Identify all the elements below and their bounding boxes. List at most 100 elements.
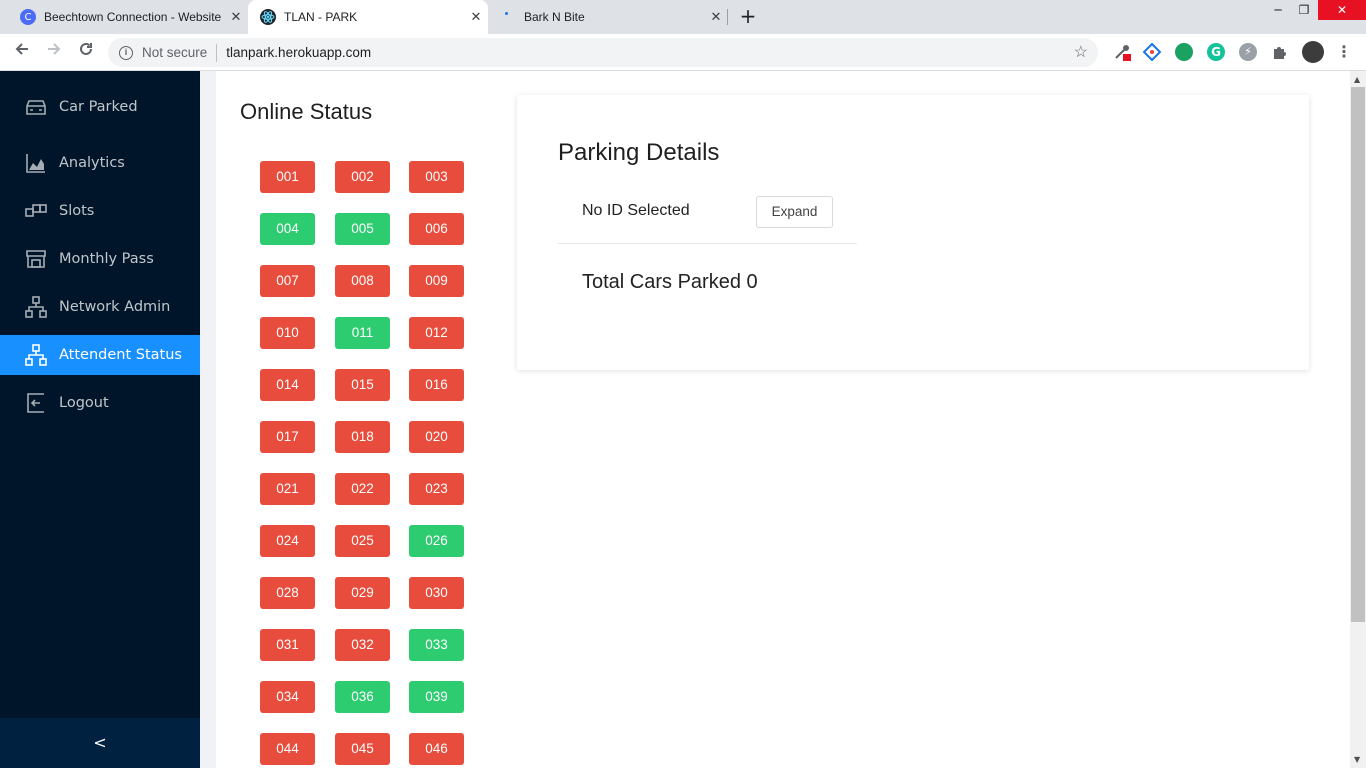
- sidebar-item-analytics[interactable]: Analytics: [0, 143, 200, 183]
- parking-details-card: Parking Details No ID Selected Expand To…: [517, 95, 1309, 370]
- sidebar-item-car-parked[interactable]: Car Parked: [0, 87, 200, 127]
- profile-avatar[interactable]: [1302, 41, 1324, 63]
- slot-button-022[interactable]: 022: [335, 473, 390, 505]
- slot-button-032[interactable]: 032: [335, 629, 390, 661]
- page-scrollbar[interactable]: ▲ ▼: [1350, 71, 1366, 768]
- slot-button-044[interactable]: 044: [260, 733, 315, 765]
- slot-button-015[interactable]: 015: [335, 369, 390, 401]
- slot-button-003[interactable]: 003: [409, 161, 464, 193]
- react-icon: [260, 9, 276, 25]
- sidebar-collapse-button[interactable]: <: [0, 718, 200, 768]
- slot-button-006[interactable]: 006: [409, 213, 464, 245]
- new-tab-plus-icon[interactable]: +: [737, 5, 759, 27]
- tab-close-icon[interactable]: ✕: [224, 10, 248, 25]
- extension-cloud-icon[interactable]: [1175, 43, 1193, 61]
- address-bar[interactable]: i Not secure tlanpark.herokuapp.com ☆: [108, 38, 1098, 67]
- cluster-icon: [25, 296, 47, 318]
- parking-details-title: Parking Details: [558, 139, 720, 166]
- browser-menu-icon[interactable]: ⋮: [1333, 41, 1355, 63]
- info-icon[interactable]: i: [119, 45, 133, 60]
- sidebar-item-label: Car Parked: [59, 99, 138, 115]
- extension-bolt-icon[interactable]: ⚡: [1239, 43, 1257, 61]
- expand-button[interactable]: Expand: [756, 196, 833, 228]
- car-icon: [26, 100, 46, 115]
- slot-button-045[interactable]: 045: [335, 733, 390, 765]
- bookmark-star-icon[interactable]: ☆: [1074, 42, 1088, 62]
- slot-button-021[interactable]: 021: [260, 473, 315, 505]
- chevron-left-icon: <: [93, 733, 107, 752]
- loading-dot-icon: [500, 9, 516, 25]
- sidebar-item-label: Slots: [59, 203, 95, 219]
- forward-arrow-icon[interactable]: [43, 41, 65, 63]
- slot-button-039[interactable]: 039: [409, 681, 464, 713]
- slot-button-017[interactable]: 017: [260, 421, 315, 453]
- sidebar-item-logout[interactable]: Logout: [0, 383, 200, 423]
- scroll-down-arrow-icon[interactable]: ▼: [1354, 755, 1360, 764]
- sidebar-item-attendent-status[interactable]: Attendent Status: [0, 335, 200, 375]
- sidebar-item-network-admin[interactable]: Network Admin: [0, 287, 200, 327]
- scrollbar-thumb[interactable]: [1351, 87, 1365, 622]
- slot-button-007[interactable]: 007: [260, 265, 315, 297]
- main-pane: Online Status 001 002 003 004 005 006 007 008 00…: [216, 71, 1350, 768]
- slot-button-023[interactable]: 023: [409, 473, 464, 505]
- slot-button-024[interactable]: 024: [260, 525, 315, 557]
- slot-button-009[interactable]: 009: [409, 265, 464, 297]
- url-text[interactable]: tlanpark.herokuapp.com: [226, 45, 371, 60]
- sidebar-item-label: Network Admin: [59, 299, 171, 315]
- slot-button-016[interactable]: 016: [409, 369, 464, 401]
- sidebar-item-label: Logout: [59, 395, 109, 411]
- sidebar: Car Parked Analytics Slots Monthly Pass …: [0, 71, 200, 768]
- slot-button-018[interactable]: 018: [335, 421, 390, 453]
- reload-icon[interactable]: [75, 41, 97, 63]
- slot-button-034[interactable]: 034: [260, 681, 315, 713]
- scroll-up-arrow-icon[interactable]: ▲: [1354, 75, 1360, 84]
- window-close-icon[interactable]: ✕: [1318, 0, 1366, 20]
- browser-tab-bark-n-bite[interactable]: Bark N Bite ✕: [488, 0, 728, 34]
- slot-button-002[interactable]: 002: [335, 161, 390, 193]
- extensions-puzzle-icon[interactable]: [1271, 43, 1289, 61]
- shop-icon: [26, 250, 46, 268]
- tab-close-icon[interactable]: ✕: [464, 10, 488, 25]
- restore-icon[interactable]: ❐: [1296, 0, 1312, 20]
- slot-button-004[interactable]: 004: [260, 213, 315, 245]
- minimize-icon[interactable]: ─: [1270, 0, 1286, 20]
- tab-title: Beechtown Connection - Website: [44, 10, 222, 24]
- slot-button-014[interactable]: 014: [260, 369, 315, 401]
- cluster-icon: [25, 344, 47, 366]
- slot-button-036[interactable]: 036: [335, 681, 390, 713]
- area-chart-icon: [26, 154, 45, 173]
- extension-diamond-icon[interactable]: [1142, 42, 1162, 62]
- tab-separator: [727, 9, 728, 25]
- slot-button-030[interactable]: 030: [409, 577, 464, 609]
- sidebar-item-slots[interactable]: Slots: [0, 191, 200, 231]
- browser-tab-beechtown[interactable]: C Beechtown Connection - Website ✕: [8, 0, 248, 34]
- sidebar-item-label: Attendent Status: [59, 347, 182, 363]
- slot-button-028[interactable]: 028: [260, 577, 315, 609]
- security-label: Not secure: [142, 45, 208, 60]
- slot-button-008[interactable]: 008: [335, 265, 390, 297]
- tab-close-icon[interactable]: ✕: [704, 10, 728, 25]
- browser-tab-tlan-park[interactable]: TLAN - PARK ✕: [248, 0, 488, 34]
- grammarly-icon[interactable]: G: [1207, 43, 1225, 61]
- slot-button-005[interactable]: 005: [335, 213, 390, 245]
- total-cars-parked: Total Cars Parked 0: [582, 271, 758, 294]
- slot-button-020[interactable]: 020: [409, 421, 464, 453]
- total-value: 0: [746, 271, 758, 293]
- slot-button-011[interactable]: 011: [335, 317, 390, 349]
- slot-button-031[interactable]: 031: [260, 629, 315, 661]
- back-arrow-icon[interactable]: [11, 41, 33, 63]
- slot-button-012[interactable]: 012: [409, 317, 464, 349]
- slots-icon: [25, 204, 47, 217]
- selected-id-label: No ID Selected: [582, 202, 690, 219]
- divider: [558, 243, 857, 244]
- slot-button-026[interactable]: 026: [409, 525, 464, 557]
- slot-button-033[interactable]: 033: [409, 629, 464, 661]
- slot-button-029[interactable]: 029: [335, 577, 390, 609]
- sidebar-item-label: Analytics: [59, 155, 125, 171]
- slot-button-046[interactable]: 046: [409, 733, 464, 765]
- sidebar-item-monthly-pass[interactable]: Monthly Pass: [0, 239, 200, 279]
- slot-button-010[interactable]: 010: [260, 317, 315, 349]
- extension-dropper-icon[interactable]: [1113, 43, 1131, 61]
- slot-button-025[interactable]: 025: [335, 525, 390, 557]
- slot-button-001[interactable]: 001: [260, 161, 315, 193]
